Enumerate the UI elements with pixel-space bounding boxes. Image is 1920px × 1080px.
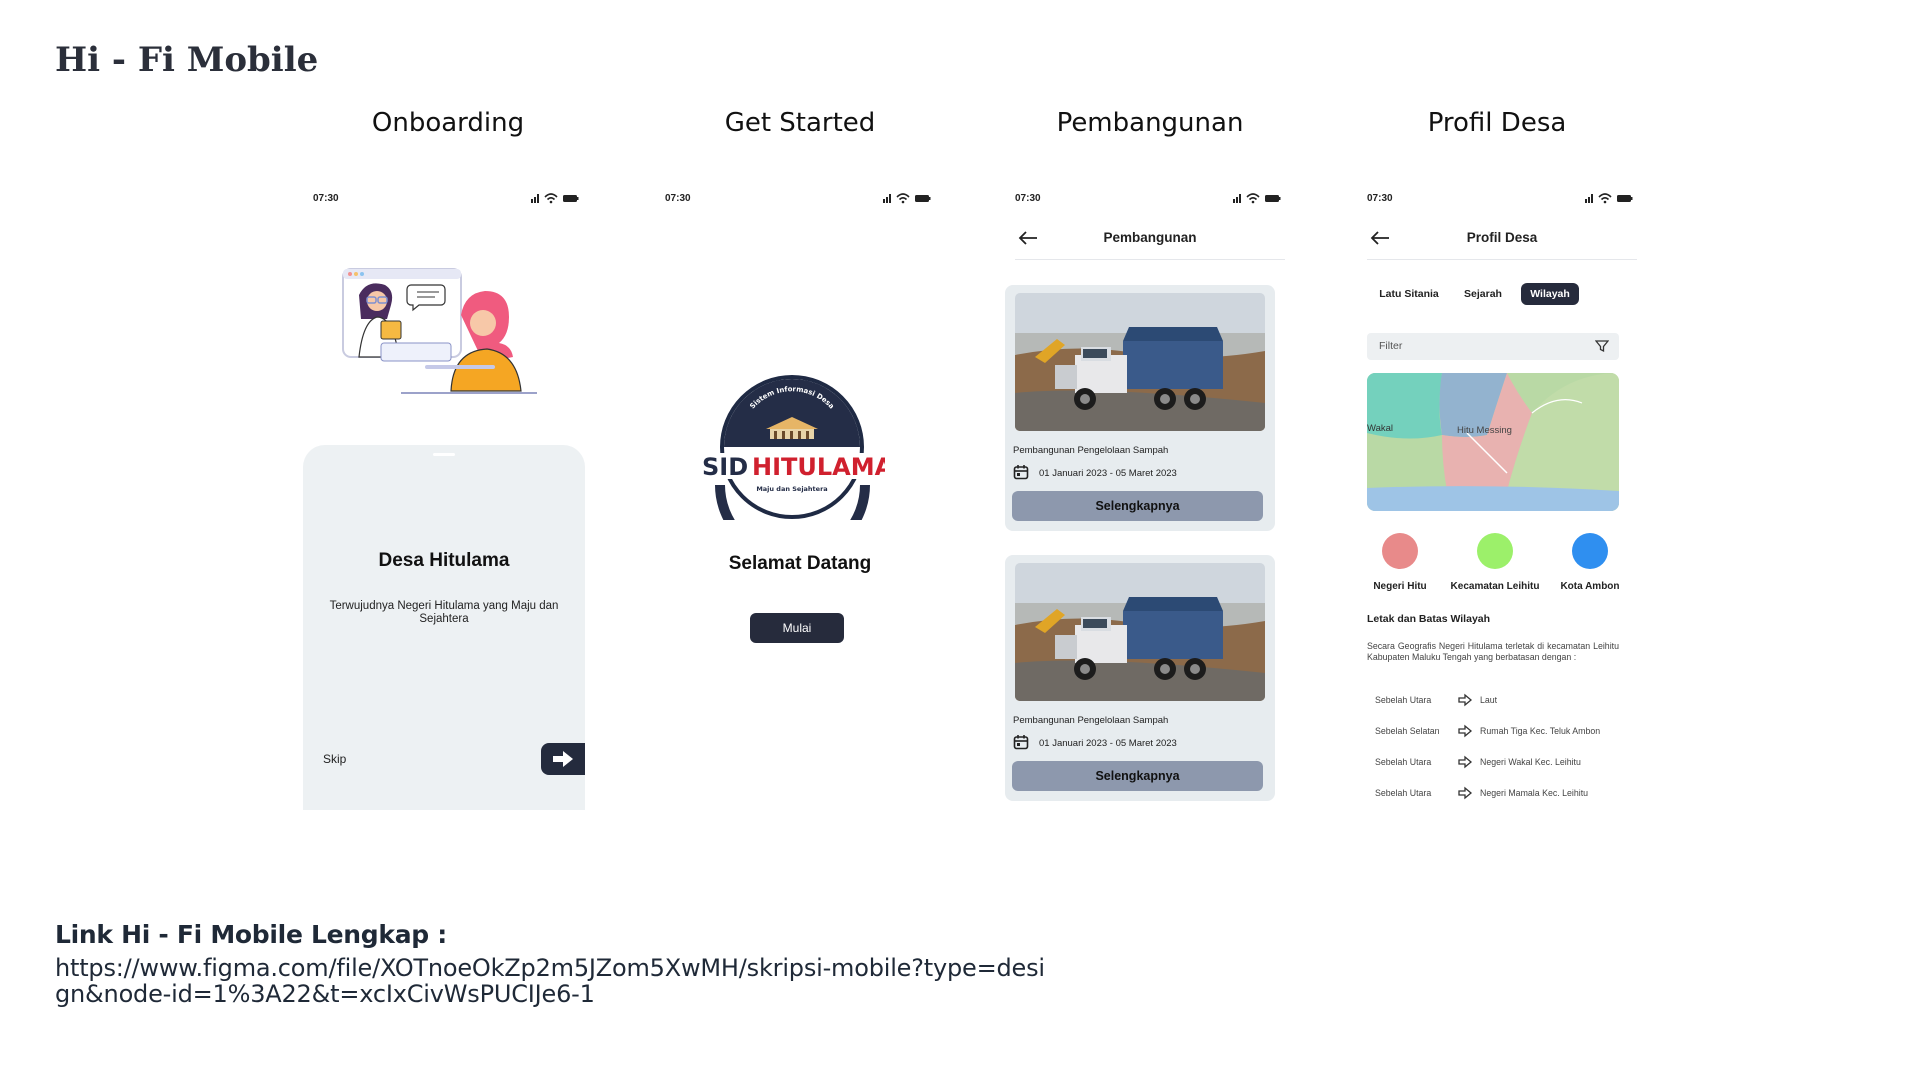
filter-icon[interactable]	[1595, 339, 1609, 353]
tab-latu-sitania[interactable]: Latu Sitania	[1375, 283, 1443, 305]
status-icons	[531, 193, 579, 204]
border-row: Sebelah Utara Laut	[1375, 693, 1625, 709]
logo-tagline: Maju dan Sejahtera	[756, 485, 827, 493]
sid-hitulama-logo: Sistem Informasi Desa SID HITULAMA Maju …	[700, 375, 885, 520]
border-side: Sebelah Utara	[1375, 695, 1432, 705]
next-button[interactable]	[541, 743, 585, 775]
onboarding-title: Desa Hitulama	[378, 550, 510, 571]
column-title-onboarding: Onboarding	[371, 108, 525, 138]
tab-bar: Latu Sitania Sejarah Wilayah	[1375, 283, 1625, 305]
onboarding-sheet: Desa Hitulama Terwujudnya Negeri Hitulam…	[303, 445, 585, 810]
onboarding-illustration	[342, 268, 537, 394]
calendar-icon	[1013, 735, 1029, 750]
section-text: Secara Geografis Negeri Hitulama terleta…	[1367, 641, 1619, 663]
arrow-right-icon	[1458, 786, 1473, 800]
slide-title: Hi - Fi Mobile	[55, 40, 319, 80]
legend-dot-negeri-hitu	[1382, 533, 1418, 569]
profil-desa-screen: 07:30 Profil Desa Latu Sitania Sejarah W…	[1357, 185, 1647, 810]
status-icons	[883, 193, 931, 204]
map-label: Hitu Messing	[1457, 425, 1512, 436]
page-header: Pembangunan	[1015, 220, 1285, 260]
border-row: Sebelah Utara Negeri Mamala Kec. Leihitu	[1375, 786, 1625, 802]
project-card[interactable]: Pembangunan Pengelolaan Sampah 01 Januar…	[1005, 555, 1275, 801]
border-value: Negeri Wakal Kec. Leihitu	[1480, 757, 1581, 767]
arrow-right-icon	[1458, 693, 1473, 707]
column-title-get-started: Get Started	[724, 108, 876, 138]
project-date: 01 Januari 2023 - 05 Maret 2023	[1039, 468, 1177, 479]
border-value: Rumah Tiga Kec. Teluk Ambon	[1480, 726, 1601, 736]
status-time: 07:30	[313, 193, 339, 204]
tab-sejarah[interactable]: Sejarah	[1457, 283, 1509, 305]
page-title: Pembangunan	[1103, 230, 1197, 245]
link-label: Link Hi - Fi Mobile Lengkap :	[55, 920, 447, 949]
status-time: 07:30	[665, 193, 691, 204]
start-button[interactable]: Mulai	[750, 613, 844, 643]
page-title: Profil Desa	[1466, 230, 1538, 245]
status-time: 07:30	[1015, 193, 1041, 204]
status-bar: 07:30	[1367, 191, 1637, 207]
section-title: Letak dan Batas Wilayah	[1367, 613, 1491, 625]
column-title-pembangunan: Pembangunan	[1056, 108, 1244, 138]
project-title: Pembangunan Pengelolaan Sampah	[1013, 445, 1169, 456]
legend-dot-kota-ambon	[1572, 533, 1608, 569]
logo-text-sid: SID	[702, 453, 748, 481]
legend-dot-kecamatan-leihitu	[1477, 533, 1513, 569]
onboarding-subtitle: Terwujudnya Negeri Hitulama yang Maju da…	[329, 600, 559, 626]
project-card[interactable]: Pembangunan Pengelolaan Sampah 01 Januar…	[1005, 285, 1275, 531]
logo-text-hitulama: HITULAMA	[752, 453, 885, 481]
legend-label: Kecamatan Leihitu	[1450, 581, 1540, 592]
sheet-handle[interactable]	[433, 453, 455, 456]
arrow-right-icon	[1458, 755, 1473, 769]
project-date: 01 Januari 2023 - 05 Maret 2023	[1039, 738, 1177, 749]
border-side: Sebelah Selatan	[1375, 726, 1440, 736]
onboarding-screen: 07:30 Desa Hitulama Terwujudnya Negeri H…	[303, 185, 593, 810]
details-button[interactable]: Selengkapnya	[1012, 491, 1263, 521]
border-side: Sebelah Utara	[1375, 788, 1432, 798]
figma-link[interactable]: https://www.figma.com/file/XOTnoeOkZp2m5…	[55, 955, 1055, 1007]
arrow-right-icon	[553, 751, 573, 767]
status-bar: 07:30	[313, 191, 583, 207]
map-label: Wakal	[1367, 423, 1394, 434]
region-map[interactable]: Wakal Hitu Messing	[1367, 373, 1619, 511]
legend-label: Negeri Hitu	[1373, 581, 1427, 592]
status-time: 07:30	[1367, 193, 1393, 204]
skip-button[interactable]: Skip	[323, 752, 346, 766]
border-row: Sebelah Selatan Rumah Tiga Kec. Teluk Am…	[1375, 724, 1625, 740]
border-value: Laut	[1480, 695, 1498, 705]
calendar-icon	[1013, 465, 1029, 480]
status-bar: 07:30	[1015, 191, 1285, 207]
welcome-title: Selamat Datang	[728, 553, 872, 574]
status-icons	[1585, 193, 1633, 204]
border-side: Sebelah Utara	[1375, 757, 1432, 767]
status-icons	[1233, 193, 1281, 204]
tab-wilayah[interactable]: Wilayah	[1521, 283, 1579, 305]
details-button[interactable]: Selengkapnya	[1012, 761, 1263, 791]
pembangunan-screen: 07:30 Pembangunan Pembangunan Pengelolaa…	[1005, 185, 1295, 810]
page-header: Profil Desa	[1367, 220, 1637, 260]
border-row: Sebelah Utara Negeri Wakal Kec. Leihitu	[1375, 755, 1625, 771]
project-photo	[1015, 293, 1265, 431]
get-started-screen: 07:30 Sistem Informasi Desa SID HITULAMA…	[655, 185, 945, 810]
status-bar: 07:30	[665, 191, 935, 207]
arrow-right-icon	[1458, 724, 1473, 738]
border-value: Negeri Mamala Kec. Leihitu	[1480, 788, 1589, 798]
column-title-profil-desa: Profil Desa	[1427, 108, 1567, 138]
filter-placeholder: Filter	[1379, 340, 1403, 352]
project-photo	[1015, 563, 1265, 701]
legend-label: Kota Ambon	[1560, 581, 1620, 592]
filter-input[interactable]: Filter	[1367, 333, 1619, 360]
project-title: Pembangunan Pengelolaan Sampah	[1013, 715, 1169, 726]
